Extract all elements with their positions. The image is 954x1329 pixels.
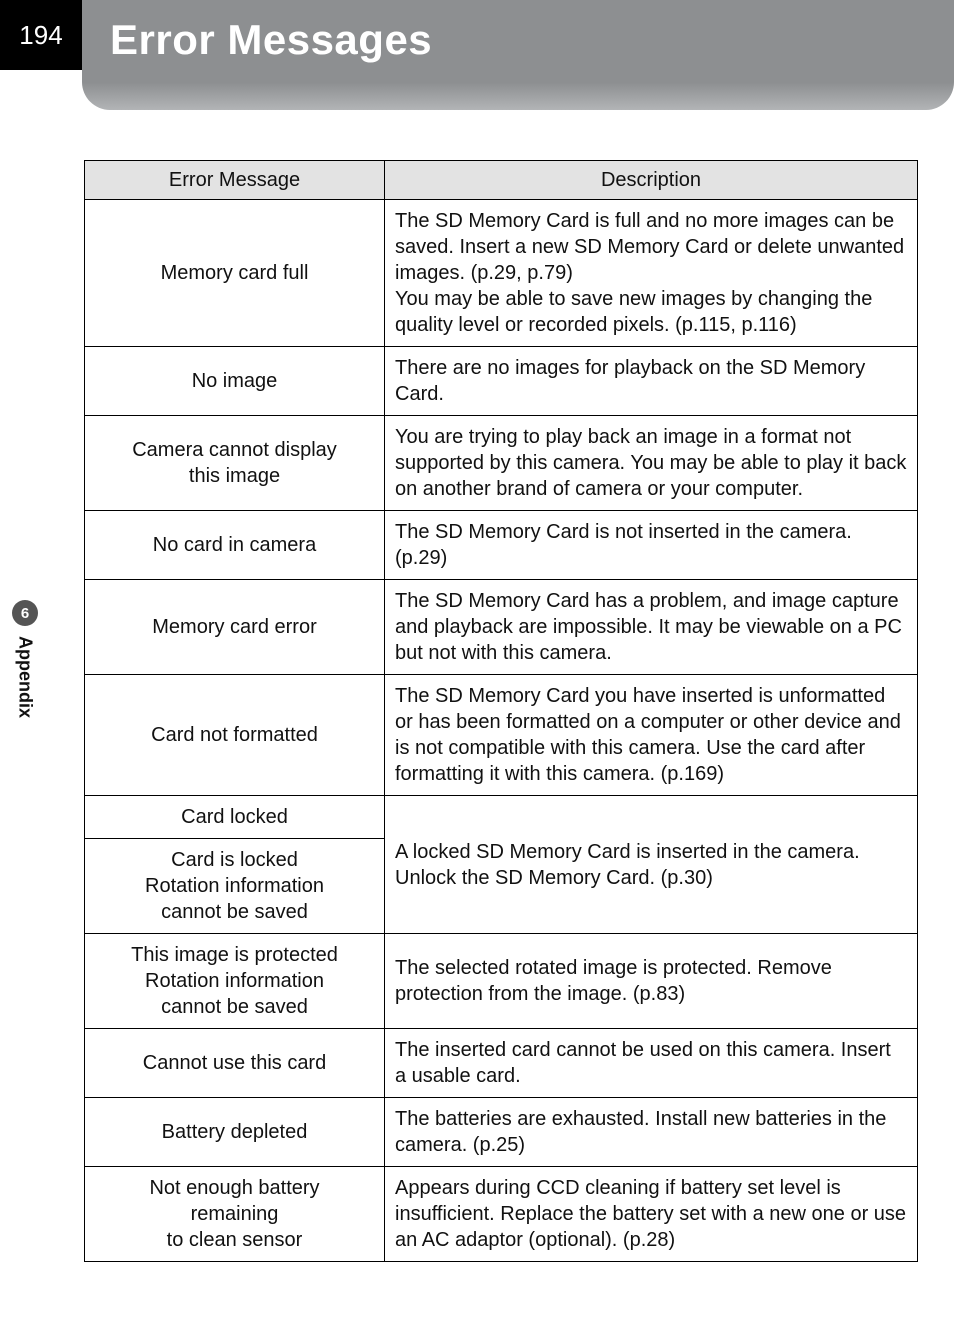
col-header-error-message: Error Message bbox=[85, 161, 385, 200]
error-messages-table: Error Message Description Memory card fu… bbox=[84, 160, 918, 1262]
desc-cell: The batteries are exhausted. Install new… bbox=[385, 1098, 918, 1167]
table-row: This image is protected Rotation informa… bbox=[85, 934, 918, 1029]
desc-cell: Appears during CCD cleaning if battery s… bbox=[385, 1167, 918, 1262]
title-box: Error Messages bbox=[82, 0, 954, 110]
table-header-row: Error Message Description bbox=[85, 161, 918, 200]
desc-cell: You are trying to play back an image in … bbox=[385, 416, 918, 511]
msg-cell: Card locked bbox=[85, 796, 385, 839]
desc-cell: There are no images for playback on the … bbox=[385, 347, 918, 416]
msg-cell: Memory card full bbox=[85, 200, 385, 347]
desc-cell: The inserted card cannot be used on this… bbox=[385, 1029, 918, 1098]
table-row: No image There are no images for playbac… bbox=[85, 347, 918, 416]
table-row: Not enough battery remaining to clean se… bbox=[85, 1167, 918, 1262]
table-row: No card in camera The SD Memory Card is … bbox=[85, 511, 918, 580]
desc-cell: The SD Memory Card is not inserted in th… bbox=[385, 511, 918, 580]
msg-cell: Card not formatted bbox=[85, 675, 385, 796]
desc-cell: The SD Memory Card you have inserted is … bbox=[385, 675, 918, 796]
top-banner: 194 Error Messages bbox=[0, 0, 954, 110]
table-row: Cannot use this card The inserted card c… bbox=[85, 1029, 918, 1098]
page-number-box: 194 bbox=[0, 0, 82, 70]
desc-cell: The selected rotated image is protected.… bbox=[385, 934, 918, 1029]
table-row: Card not formatted The SD Memory Card yo… bbox=[85, 675, 918, 796]
desc-cell: The SD Memory Card is full and no more i… bbox=[385, 200, 918, 347]
desc-cell: A locked SD Memory Card is inserted in t… bbox=[385, 796, 918, 934]
msg-cell: Cannot use this card bbox=[85, 1029, 385, 1098]
sidebar-tab: 6 Appendix bbox=[12, 600, 38, 718]
section-number-badge: 6 bbox=[12, 600, 38, 626]
msg-cell: No image bbox=[85, 347, 385, 416]
msg-cell: Camera cannot display this image bbox=[85, 416, 385, 511]
table-row: Battery depleted The batteries are exhau… bbox=[85, 1098, 918, 1167]
table-row: Memory card error The SD Memory Card has… bbox=[85, 580, 918, 675]
table-row: Card locked A locked SD Memory Card is i… bbox=[85, 796, 918, 839]
msg-cell: This image is protected Rotation informa… bbox=[85, 934, 385, 1029]
msg-cell: Memory card error bbox=[85, 580, 385, 675]
table-row: Camera cannot display this image You are… bbox=[85, 416, 918, 511]
col-header-description: Description bbox=[385, 161, 918, 200]
table-row: Memory card full The SD Memory Card is f… bbox=[85, 200, 918, 347]
section-label: Appendix bbox=[15, 636, 36, 718]
msg-cell: No card in camera bbox=[85, 511, 385, 580]
desc-cell: The SD Memory Card has a problem, and im… bbox=[385, 580, 918, 675]
section-number: 6 bbox=[21, 605, 29, 622]
msg-cell: Not enough battery remaining to clean se… bbox=[85, 1167, 385, 1262]
content-area: Error Message Description Memory card fu… bbox=[0, 110, 954, 1262]
page-number: 194 bbox=[19, 20, 62, 51]
page-title: Error Messages bbox=[110, 16, 432, 64]
msg-cell: Battery depleted bbox=[85, 1098, 385, 1167]
msg-cell: Card is locked Rotation information cann… bbox=[85, 839, 385, 934]
